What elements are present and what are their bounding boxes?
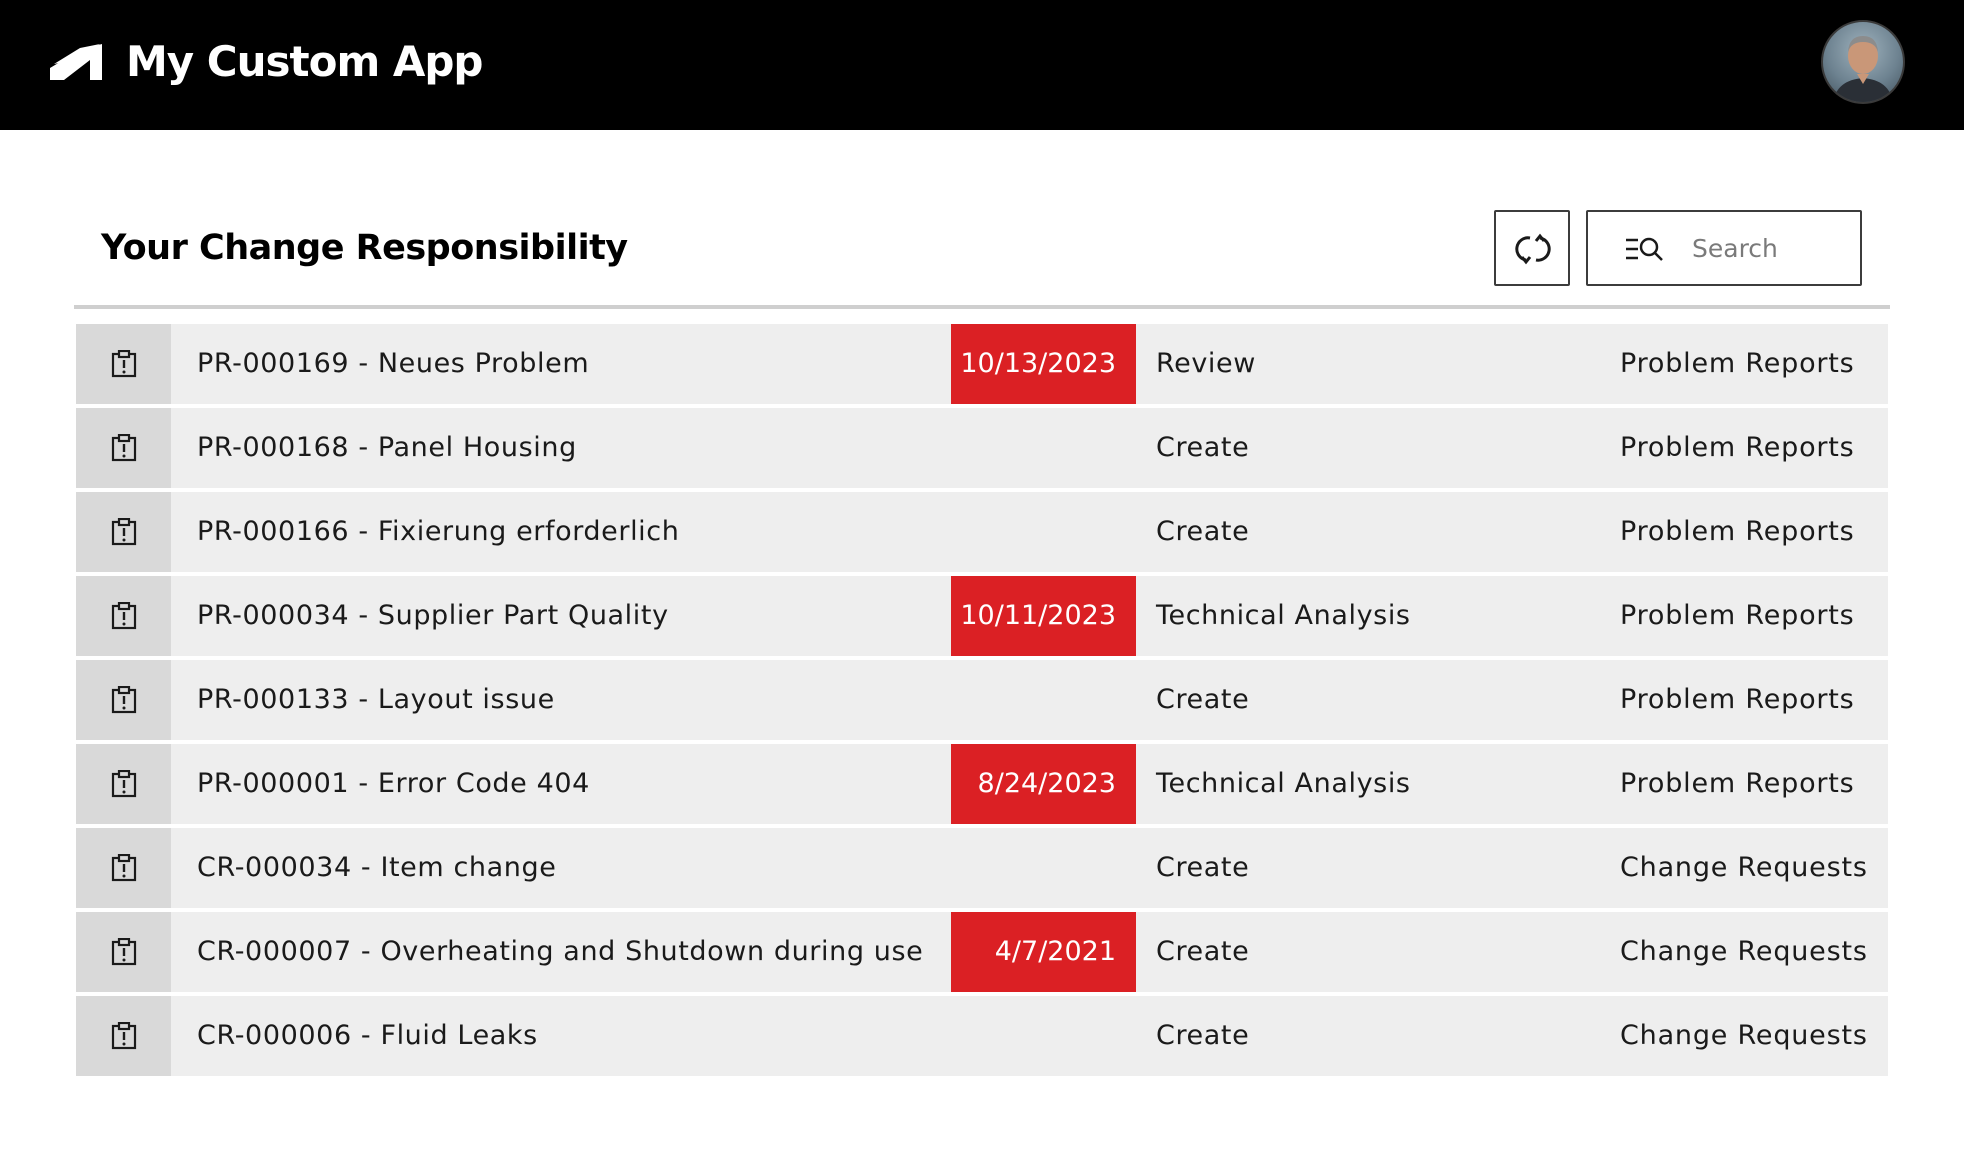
item-title: CR-000034 - Item change	[197, 852, 557, 883]
item-title: PR-000133 - Layout issue	[197, 684, 555, 715]
app-header: My Custom App	[0, 0, 1964, 130]
app-title: My Custom App	[126, 37, 483, 86]
item-icon-cell	[76, 744, 171, 824]
item-icon-cell	[76, 324, 171, 404]
item-status: Create	[1156, 852, 1250, 883]
clipboard-alert-icon	[111, 1022, 137, 1050]
item-category: Change Requests	[1620, 1020, 1868, 1051]
due-date-badge: 10/13/2023	[951, 324, 1136, 404]
list-item[interactable]: CR-000034 - Item change Create Change Re…	[76, 828, 1888, 908]
list-item[interactable]: PR-000034 - Supplier Part Quality 10/11/…	[76, 576, 1888, 656]
item-category: Problem Reports	[1620, 600, 1855, 631]
section-divider	[74, 305, 1890, 309]
item-category: Problem Reports	[1620, 432, 1855, 463]
item-status: Create	[1156, 1020, 1250, 1051]
list-item[interactable]: PR-000166 - Fixierung erforderlich Creat…	[76, 492, 1888, 572]
list-item[interactable]: PR-000133 - Layout issue Create Problem …	[76, 660, 1888, 740]
item-title: PR-000166 - Fixierung erforderlich	[197, 516, 680, 547]
item-title: CR-000006 - Fluid Leaks	[197, 1020, 538, 1051]
avatar-portrait-icon	[1833, 36, 1893, 102]
clipboard-alert-icon	[111, 686, 137, 714]
item-status: Review	[1156, 348, 1256, 379]
item-title: CR-000007 - Overheating and Shutdown dur…	[197, 936, 924, 967]
refresh-icon	[1515, 233, 1551, 265]
item-category: Problem Reports	[1620, 684, 1855, 715]
item-status: Technical Analysis	[1156, 768, 1411, 799]
item-icon-cell	[76, 660, 171, 740]
item-status: Technical Analysis	[1156, 600, 1411, 631]
item-icon-cell	[76, 912, 171, 992]
search-field[interactable]	[1586, 210, 1862, 286]
item-status: Create	[1156, 432, 1250, 463]
clipboard-alert-icon	[111, 518, 137, 546]
item-category: Change Requests	[1620, 852, 1868, 883]
clipboard-alert-icon	[111, 434, 137, 462]
clipboard-alert-icon	[111, 350, 137, 378]
page-title: Your Change Responsibility	[101, 228, 628, 268]
user-avatar[interactable]	[1821, 20, 1905, 104]
search-input[interactable]	[1692, 224, 1852, 272]
responsibility-list: PR-000169 - Neues Problem 10/13/2023 Rev…	[76, 324, 1888, 1080]
item-icon-cell	[76, 576, 171, 656]
item-title: PR-000169 - Neues Problem	[197, 348, 590, 379]
clipboard-alert-icon	[111, 938, 137, 966]
list-item[interactable]: CR-000007 - Overheating and Shutdown dur…	[76, 912, 1888, 992]
item-title: PR-000168 - Panel Housing	[197, 432, 577, 463]
item-icon-cell	[76, 408, 171, 488]
item-category: Problem Reports	[1620, 348, 1855, 379]
item-category: Change Requests	[1620, 936, 1868, 967]
item-category: Problem Reports	[1620, 768, 1855, 799]
item-title: PR-000001 - Error Code 404	[197, 768, 590, 799]
list-item[interactable]: PR-000169 - Neues Problem 10/13/2023 Rev…	[76, 324, 1888, 404]
item-status: Create	[1156, 684, 1250, 715]
clipboard-alert-icon	[111, 602, 137, 630]
refresh-button[interactable]	[1494, 210, 1570, 286]
list-item[interactable]: PR-000001 - Error Code 404 8/24/2023 Tec…	[76, 744, 1888, 824]
autodesk-logo-icon[interactable]	[50, 44, 102, 80]
item-icon-cell	[76, 492, 171, 572]
item-status: Create	[1156, 516, 1250, 547]
clipboard-alert-icon	[111, 854, 137, 882]
list-item[interactable]: CR-000006 - Fluid Leaks Create Change Re…	[76, 996, 1888, 1076]
item-title: PR-000034 - Supplier Part Quality	[197, 600, 669, 631]
due-date-badge: 10/11/2023	[951, 576, 1136, 656]
item-category: Problem Reports	[1620, 516, 1855, 547]
due-date-badge: 8/24/2023	[951, 744, 1136, 824]
item-icon-cell	[76, 828, 171, 908]
clipboard-alert-icon	[111, 770, 137, 798]
item-status: Create	[1156, 936, 1250, 967]
search-filter-icon	[1626, 237, 1663, 261]
due-date-badge: 4/7/2021	[951, 912, 1136, 992]
item-icon-cell	[76, 996, 171, 1076]
list-item[interactable]: PR-000168 - Panel Housing Create Problem…	[76, 408, 1888, 488]
